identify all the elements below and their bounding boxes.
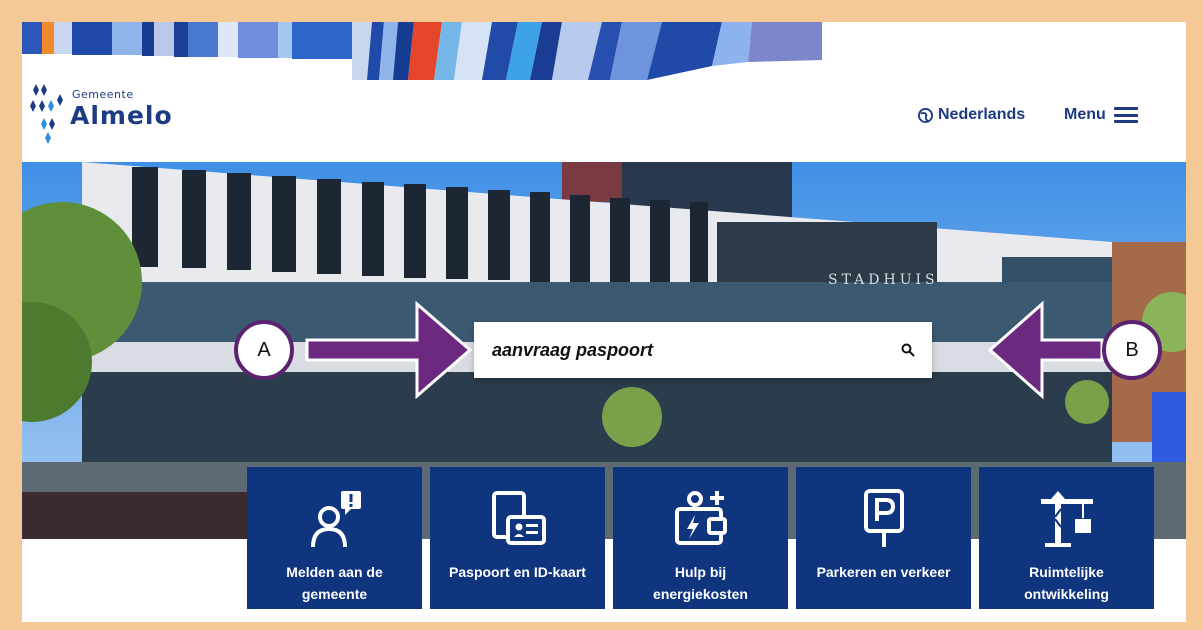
- tile-label: Parkeren en verkeer: [816, 564, 951, 580]
- search-bar[interactable]: aanvraag paspoort: [474, 322, 932, 378]
- callout-a: A: [234, 320, 294, 380]
- menu-button[interactable]: Menu: [1064, 104, 1138, 126]
- logo-title[interactable]: Almelo: [70, 101, 173, 130]
- page: Gemeente Almelo Nederlands Menu STADHUIS…: [22, 22, 1186, 622]
- tile-energie[interactable]: Hulp bij energiekosten: [613, 467, 788, 609]
- tile-label: Melden aan de gemeente: [286, 564, 383, 602]
- energy-wallet-icon: [674, 491, 727, 545]
- search-icon: [901, 343, 915, 357]
- language-label: Nederlands: [938, 106, 1026, 123]
- language-switch[interactable]: Nederlands: [918, 104, 1025, 126]
- search-input[interactable]: aanvraag paspoort: [474, 340, 884, 361]
- menu-label: Menu: [1064, 106, 1106, 123]
- report-person-icon: [310, 491, 361, 548]
- search-button[interactable]: [884, 322, 932, 378]
- stadhuis-sign: STADHUIS: [828, 272, 939, 288]
- passport-id-icon: [491, 491, 546, 545]
- parking-sign-icon: [863, 489, 904, 547]
- tile-label: Hulp bij energiekosten: [653, 564, 748, 602]
- callout-b: B: [1102, 320, 1162, 380]
- crane-icon: [1040, 491, 1093, 547]
- globe-icon: [918, 107, 933, 123]
- tile-melden[interactable]: Melden aan de gemeente: [247, 467, 422, 609]
- tile-parkeren[interactable]: Parkeren en verkeer: [796, 467, 971, 609]
- screenshot-frame: Gemeente Almelo Nederlands Menu STADHUIS…: [0, 0, 1203, 630]
- logo-subtitle: Gemeente: [72, 88, 134, 101]
- tile-label: Ruimtelijke ontwikkeling: [1024, 564, 1109, 602]
- tile-label: Paspoort en ID-kaart: [449, 564, 586, 580]
- quick-links: Melden aan de gemeente Paspoort en ID-ka…: [247, 467, 1154, 609]
- hamburger-icon: [1113, 107, 1138, 123]
- decorative-stripe-banner: [22, 22, 822, 80]
- tile-ruimtelijke[interactable]: Ruimtelijke ontwikkeling: [979, 467, 1154, 609]
- tile-paspoort[interactable]: Paspoort en ID-kaart: [430, 467, 605, 609]
